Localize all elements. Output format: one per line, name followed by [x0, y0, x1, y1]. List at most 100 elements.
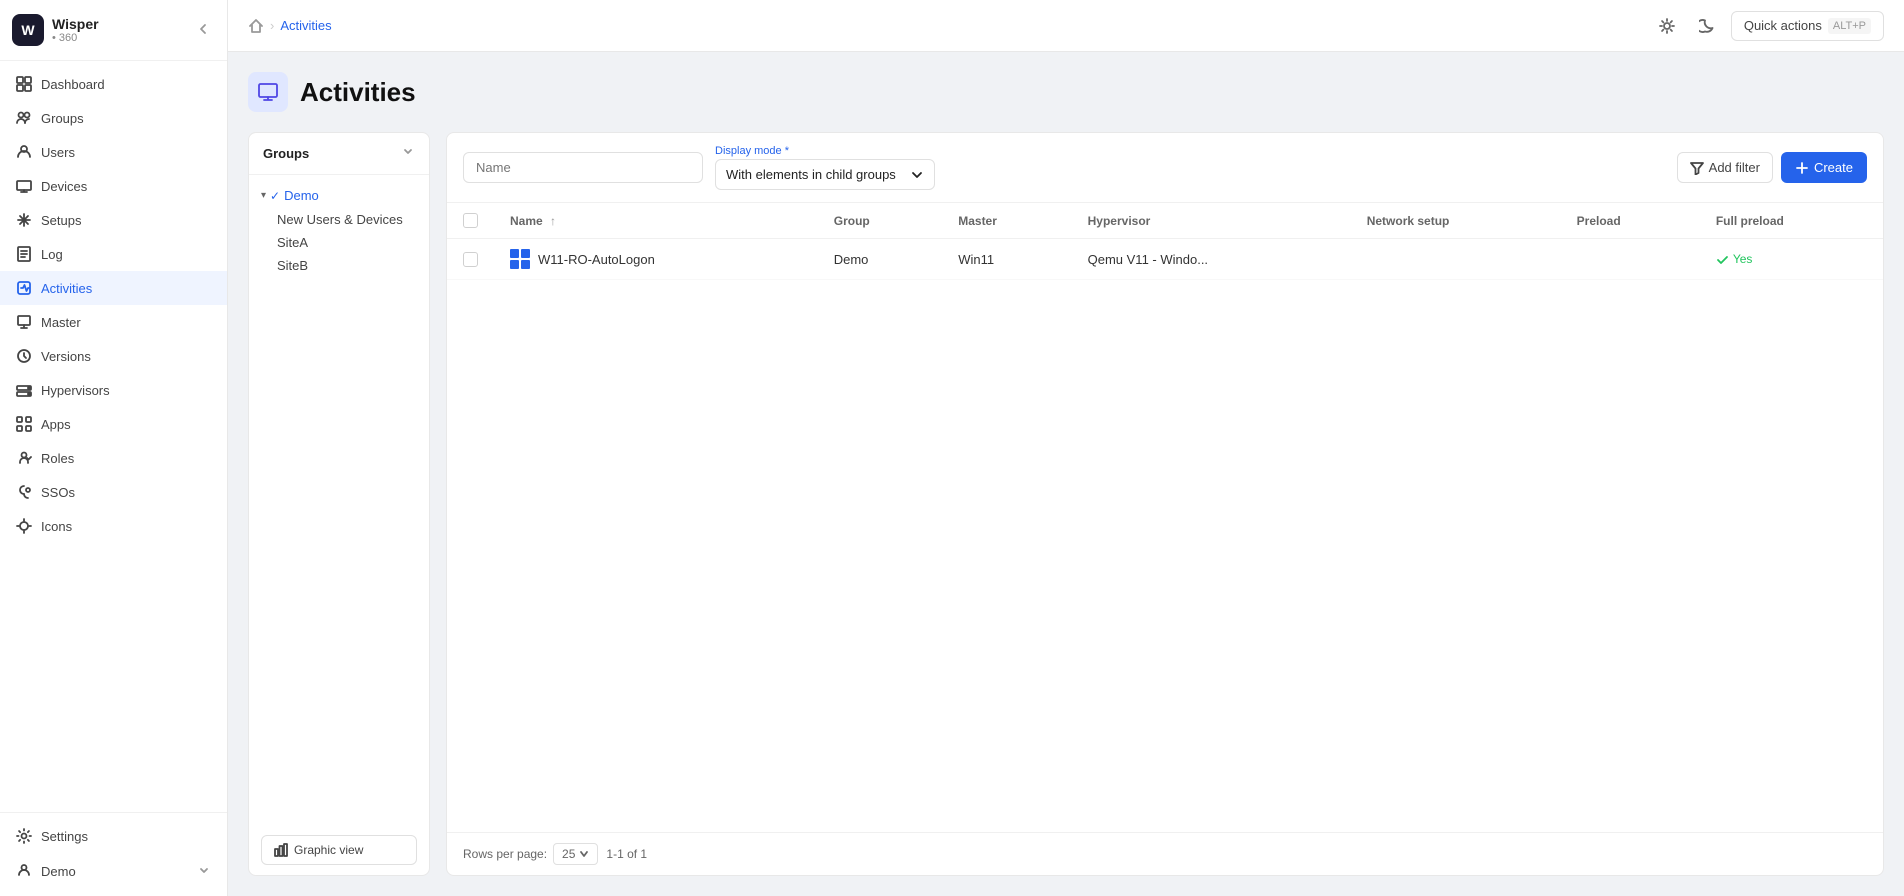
app-version: • 360	[52, 32, 99, 44]
filter-bar-actions: Add filter Create	[1677, 152, 1867, 183]
create-label: Create	[1814, 160, 1853, 175]
sidebar-item-icons[interactable]: Icons	[0, 509, 227, 543]
groups-panel-header: Groups	[249, 133, 429, 175]
sidebar-item-devices[interactable]: Devices	[0, 169, 227, 203]
table-footer: Rows per page: 25 1-1 of 1	[447, 832, 1883, 875]
table-header-master: Master	[942, 203, 1071, 239]
roles-icon	[16, 450, 32, 466]
sidebar-nav: Dashboard Groups Users Devices	[0, 61, 227, 812]
activities-icon	[16, 280, 32, 296]
row-group: Demo	[834, 252, 869, 267]
quick-actions-button[interactable]: Quick actions ALT+P	[1731, 11, 1884, 41]
light-mode-toggle[interactable]	[1651, 10, 1683, 42]
sidebar-item-groups[interactable]: Groups	[0, 101, 227, 135]
activities-table: Name ↑ Group Master Hyperv	[447, 203, 1883, 280]
sidebar-item-ssos[interactable]: SSOs	[0, 475, 227, 509]
group-item-label: SiteA	[277, 235, 308, 250]
chevron-down-icon	[579, 849, 589, 859]
logo-icon: W	[12, 14, 44, 46]
table-header-group: Group	[818, 203, 942, 239]
sidebar-item-hypervisors[interactable]: Hypervisors	[0, 373, 227, 407]
table-header-name[interactable]: Name ↑	[494, 203, 818, 239]
table-header-hypervisor: Hypervisor	[1072, 203, 1351, 239]
row-full-preload-cell: Yes	[1700, 239, 1883, 280]
row-name: W11-RO-AutoLogon	[538, 252, 655, 267]
versions-icon	[16, 348, 32, 364]
sidebar-item-label: Settings	[41, 829, 88, 844]
quick-actions-shortcut: ALT+P	[1828, 18, 1871, 34]
apps-icon	[16, 416, 32, 432]
sidebar-item-label: Roles	[41, 451, 74, 466]
sidebar-item-activities[interactable]: Activities	[0, 271, 227, 305]
moon-mode-toggle[interactable]	[1691, 10, 1723, 42]
app-logo: W Wisper • 360	[12, 14, 99, 46]
page-content: Activities Groups ▾ ✓ Demo	[228, 52, 1904, 896]
content-body: Groups ▾ ✓ Demo New Users & Devices	[248, 132, 1884, 876]
row-network-setup-cell	[1351, 239, 1561, 280]
groups-icon	[16, 110, 32, 126]
sidebar-item-log[interactable]: Log	[0, 237, 227, 271]
display-mode-select[interactable]: With elements in child groups	[715, 159, 935, 190]
breadcrumb-separator: ›	[270, 18, 274, 33]
table-header-preload: Preload	[1561, 203, 1700, 239]
table-row[interactable]: W11-RO-AutoLogon Demo Win11	[447, 239, 1883, 280]
name-filter-input[interactable]	[463, 152, 703, 183]
page-icon	[248, 72, 288, 112]
rows-per-page: Rows per page: 25	[463, 843, 598, 865]
sidebar-item-label: Log	[41, 247, 63, 262]
select-all-checkbox[interactable]	[463, 213, 478, 228]
breadcrumb-home[interactable]	[248, 18, 264, 34]
sidebar-item-label: SSOs	[41, 485, 75, 500]
group-item-new-users[interactable]: New Users & Devices	[249, 208, 429, 231]
user-name: Demo	[41, 864, 188, 879]
per-page-select[interactable]: 25	[553, 843, 598, 865]
group-item-demo[interactable]: ▾ ✓ Demo	[249, 183, 429, 208]
icons-icon-nav	[16, 518, 32, 534]
add-filter-label: Add filter	[1709, 160, 1760, 175]
row-master-cell: Win11	[942, 239, 1071, 280]
display-mode-label: Display mode *	[715, 145, 935, 157]
group-item-sitea[interactable]: SiteA	[249, 231, 429, 254]
sidebar-item-label: Hypervisors	[41, 383, 110, 398]
sidebar-item-label: Icons	[41, 519, 72, 534]
sidebar-item-user[interactable]: Demo	[0, 853, 227, 890]
sidebar-item-dashboard[interactable]: Dashboard	[0, 67, 227, 101]
sort-icon: ↑	[550, 214, 556, 228]
pagination-info: 1-1 of 1	[606, 847, 647, 861]
rows-per-page-label: Rows per page:	[463, 847, 547, 861]
sidebar-item-settings[interactable]: Settings	[0, 819, 227, 853]
sidebar-item-label: Groups	[41, 111, 84, 126]
sidebar-item-roles[interactable]: Roles	[0, 441, 227, 475]
sidebar-item-apps[interactable]: Apps	[0, 407, 227, 441]
add-filter-button[interactable]: Add filter	[1677, 152, 1773, 183]
user-avatar-icon	[16, 862, 32, 881]
table-header-row: Name ↑ Group Master Hyperv	[447, 203, 1883, 239]
sidebar-header: W Wisper • 360	[0, 0, 227, 61]
group-tree: ▾ ✓ Demo New Users & Devices SiteA SiteB	[249, 175, 429, 825]
setups-icon	[16, 212, 32, 228]
activities-table-container: Name ↑ Group Master Hyperv	[447, 203, 1883, 832]
row-hypervisor: Qemu V11 - Windo...	[1088, 252, 1208, 267]
row-master: Win11	[958, 252, 994, 267]
sidebar-item-master[interactable]: Master	[0, 305, 227, 339]
per-page-value: 25	[562, 847, 575, 861]
table-header-checkbox	[447, 203, 494, 239]
sidebar-item-setups[interactable]: Setups	[0, 203, 227, 237]
plus-icon	[1795, 161, 1809, 175]
row-checkbox[interactable]	[463, 252, 478, 267]
graphic-view-button[interactable]: Graphic view	[261, 835, 417, 865]
sidebar-item-versions[interactable]: Versions	[0, 339, 227, 373]
sidebar-item-users[interactable]: Users	[0, 135, 227, 169]
row-preload-cell	[1561, 239, 1700, 280]
group-item-siteb[interactable]: SiteB	[249, 254, 429, 277]
table-header-full-preload: Full preload	[1700, 203, 1883, 239]
breadcrumb: › Activities	[248, 18, 332, 34]
log-icon	[16, 246, 32, 262]
activities-table-panel: Display mode * With elements in child gr…	[446, 132, 1884, 876]
group-item-label: New Users & Devices	[277, 212, 403, 227]
create-button[interactable]: Create	[1781, 152, 1867, 183]
groups-panel-expand[interactable]	[401, 145, 415, 162]
sidebar-item-label: Apps	[41, 417, 71, 432]
users-icon	[16, 144, 32, 160]
sidebar-collapse-button[interactable]	[191, 17, 215, 44]
